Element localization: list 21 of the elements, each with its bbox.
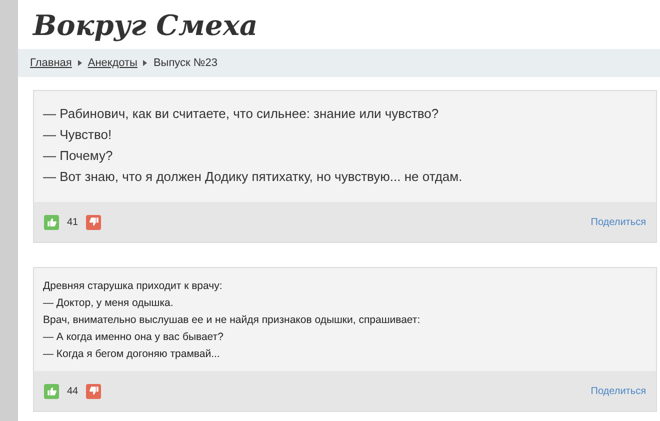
dislike-button[interactable] (86, 214, 102, 230)
joke-line: — Доктор, у меня одышка. (43, 296, 174, 311)
joke-line: Врач, внимательно выслушав ее и не найдя признаков одышки, спрашивает: (43, 313, 422, 328)
separator-icon (143, 60, 148, 66)
vote-count: 44 (67, 384, 78, 398)
joke-line: — Когда я бегом догоняю трамвай... (43, 347, 221, 362)
breadcrumb-link[interactable]: Анекдоты (88, 54, 138, 72)
like-button[interactable] (44, 214, 59, 230)
joke-line: Древняя старушка приходит к врачу: (43, 279, 224, 294)
like-button[interactable] (44, 384, 59, 398)
joke-line: — Почему? (43, 147, 114, 165)
joke-line: — А когда именно она у вас бывает? (43, 330, 224, 345)
joke-line: — Чувство! (43, 126, 113, 144)
site-title: Вокруг Смеха (33, 8, 258, 44)
breadcrumb-current: Выпуск №23 (153, 56, 218, 71)
vote-count: 41 (67, 216, 78, 230)
dislike-button[interactable] (86, 384, 102, 398)
joke-line: — Рабинович, как ви считаете, что сильнее: знание или чувство? (43, 105, 440, 123)
breadcrumb-link[interactable]: Главная (30, 54, 72, 72)
joke-line: — Вот знаю, что я должен Додику пятихатку, но чувствую... не отдам. (43, 168, 464, 186)
separator-icon (78, 60, 82, 66)
